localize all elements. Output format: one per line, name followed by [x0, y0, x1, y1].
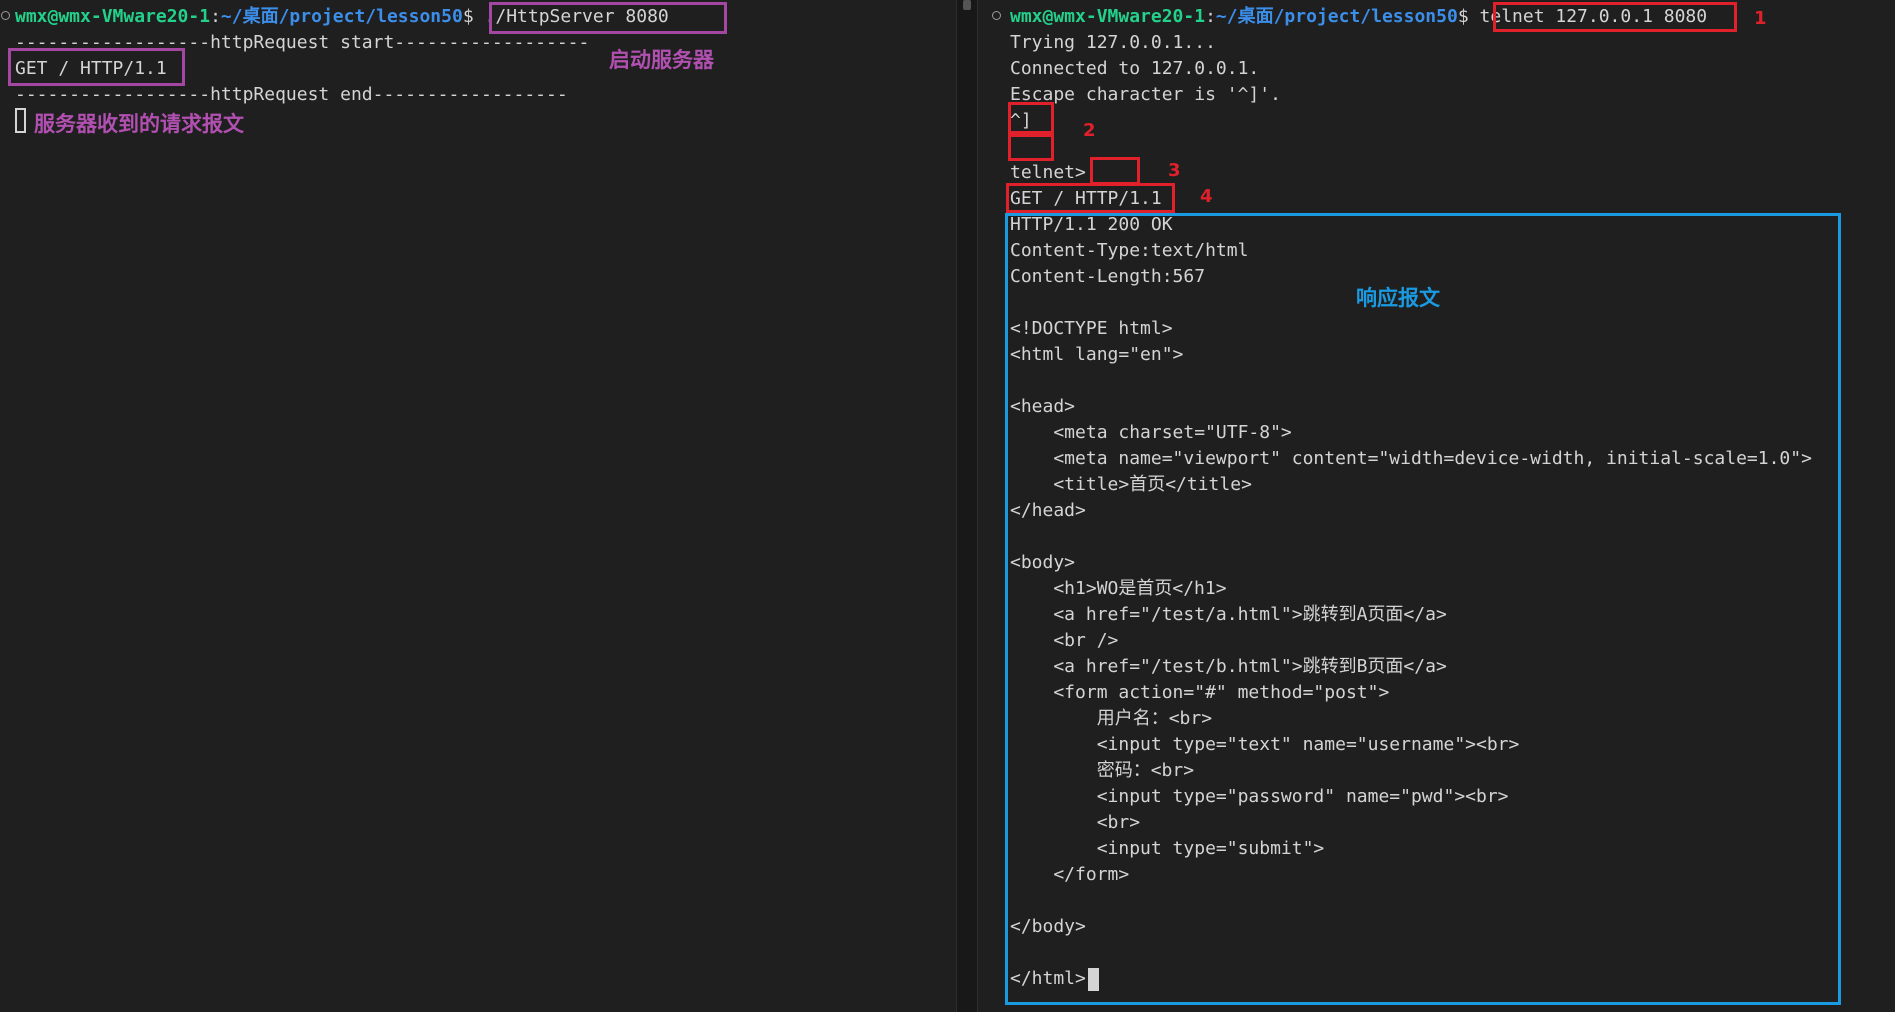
right-output-line: Trying 127.0.0.1...	[1010, 32, 1216, 53]
annotation-response-message: 响应报文	[1356, 286, 1440, 310]
annotation-box-empty-line	[1008, 134, 1054, 161]
command-status-dot-icon[interactable]	[992, 11, 1001, 20]
annotation-box-telnet-prompt	[1090, 157, 1140, 185]
annotation-box-escape	[1008, 102, 1054, 134]
annotation-box-get-request	[1006, 183, 1175, 213]
right-output-line: Connected to 127.0.0.1.	[1010, 58, 1260, 79]
annotation-request-message: 服务器收到的请求报文	[34, 112, 244, 136]
prompt-user-host: wmx@wmx-VMware20-1	[1010, 6, 1206, 27]
step-number-2: 2	[1083, 120, 1096, 141]
step-number-4: 4	[1200, 186, 1213, 207]
annotation-box-start-server	[489, 2, 727, 34]
prompt-user-host: wmx@wmx-VMware20-1	[15, 6, 211, 27]
split-handle-icon[interactable]	[963, 0, 971, 10]
annotation-box-request	[8, 48, 185, 86]
right-terminal-pane[interactable]: wmx@wmx-VMware20-1:~/桌面/project/lesson50…	[978, 0, 1895, 1012]
prompt-path: ~/桌面/project/lesson50	[1215, 6, 1458, 27]
step-number-1: 1	[1754, 8, 1767, 29]
terminal-cursor	[15, 108, 26, 133]
annotation-box-response	[1005, 213, 1841, 1005]
pane-divider[interactable]	[956, 0, 978, 1012]
left-terminal-pane[interactable]: wmx@wmx-VMware20-1:~/桌面/project/lesson50…	[0, 0, 956, 1012]
prompt-path: ~/桌面/project/lesson50	[220, 6, 463, 27]
annotation-box-telnet-command	[1493, 2, 1737, 32]
command-status-dot-icon[interactable]	[1, 11, 10, 20]
annotation-start-server: 启动服务器	[609, 48, 714, 72]
step-number-3: 3	[1168, 160, 1181, 181]
